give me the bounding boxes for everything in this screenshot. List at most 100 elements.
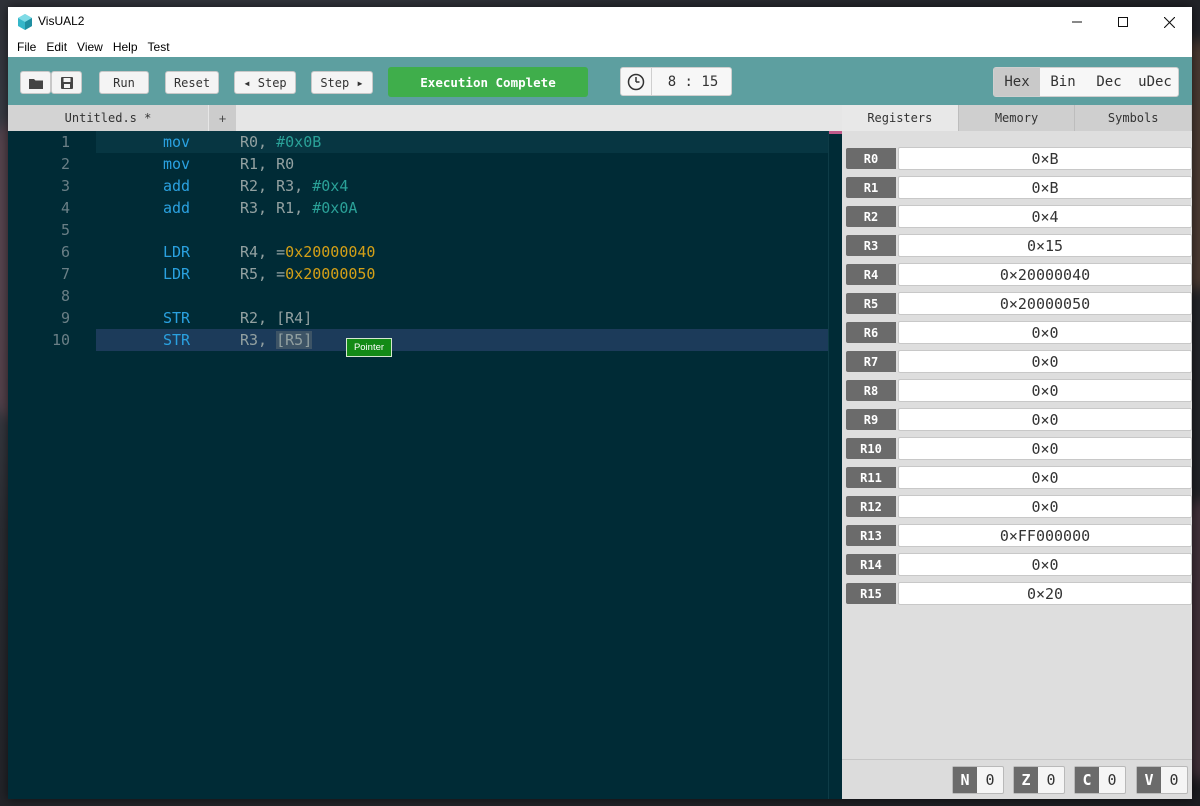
tab-untitled[interactable]: Untitled.s *: [8, 105, 208, 131]
operand: R4, =: [240, 243, 286, 261]
scroll-marker: [829, 131, 842, 134]
save-icon: [60, 76, 73, 89]
clock-icon: [627, 73, 645, 90]
line-number: 8: [60, 287, 70, 305]
editor-scrollbar[interactable]: [828, 131, 842, 799]
close-icon: [1163, 16, 1175, 28]
register-value[interactable]: 0×20000040: [898, 263, 1192, 286]
register-row: R15 0×20: [846, 582, 1192, 605]
open-file-button[interactable]: [20, 71, 51, 94]
register-name: R2: [846, 206, 896, 227]
selected-operand: [R5]: [276, 331, 313, 349]
clock-display: 8 : 15: [620, 67, 732, 96]
add-tab-button[interactable]: +: [209, 105, 236, 131]
menu-file[interactable]: File: [12, 40, 41, 54]
register-value[interactable]: 0×20: [898, 582, 1192, 605]
radix-bin-button[interactable]: Bin: [1040, 68, 1086, 96]
radix-udec-button[interactable]: uDec: [1132, 68, 1178, 96]
tab-memory[interactable]: Memory: [958, 105, 1076, 131]
operand: 0x20000050: [285, 265, 376, 283]
register-name: R5: [846, 293, 896, 314]
operand: R2, [R4]: [240, 309, 313, 327]
register-row: R2 0×4: [846, 205, 1192, 228]
opcode: LDR: [163, 243, 191, 261]
flag-value: 0: [1046, 771, 1056, 789]
menu-edit[interactable]: Edit: [41, 40, 72, 54]
code-line: mov R0, #0x0B: [163, 131, 321, 153]
register-row: R12 0×0: [846, 495, 1192, 518]
operand: R3, R1,: [240, 199, 313, 217]
code-line: STR R2, [R4]: [163, 307, 312, 329]
register-value[interactable]: 0×0: [898, 553, 1192, 576]
menu-view[interactable]: View: [72, 40, 108, 54]
editor-tab-bar: Untitled.s * +: [8, 105, 842, 131]
minimize-icon: [1072, 21, 1082, 23]
register-value[interactable]: 0×B: [898, 176, 1192, 199]
run-button[interactable]: Run: [99, 71, 149, 94]
radix-dec-button[interactable]: Dec: [1086, 68, 1132, 96]
register-row: R5 0×20000050: [846, 292, 1192, 315]
code-line: LDR R4, =0x20000040: [163, 241, 375, 263]
register-name: R10: [846, 438, 896, 459]
radix-hex-button[interactable]: Hex: [994, 68, 1040, 96]
operand: #0x0B: [276, 133, 322, 151]
register-name: R13: [846, 525, 896, 546]
step-forward-button[interactable]: Step ▸: [311, 71, 373, 94]
register-name: R8: [846, 380, 896, 401]
flag-name: N: [953, 767, 977, 793]
register-value[interactable]: 0×20000050: [898, 292, 1192, 315]
register-value[interactable]: 0×0: [898, 408, 1192, 431]
app-window: VisUAL2 File Edit View Help Test Run Res…: [8, 7, 1193, 799]
flag-value: 0: [1107, 771, 1117, 789]
pointer-tag: Pointer: [346, 338, 392, 357]
line-number: 2: [60, 155, 70, 173]
window-title: VisUAL2: [38, 14, 85, 28]
line-number: 7: [60, 265, 70, 283]
flag-name: V: [1137, 767, 1161, 793]
save-file-button[interactable]: [51, 71, 82, 94]
register-value[interactable]: 0×B: [898, 147, 1192, 170]
register-value[interactable]: 0×0: [898, 466, 1192, 489]
tab-registers[interactable]: Registers: [842, 105, 959, 131]
menu-bar: File Edit View Help Test: [8, 37, 1192, 57]
registers-panel: R0 0×B R1 0×B R2 0×4 R3 0×15 R4 0×20000040 R5 0×200…: [842, 131, 1192, 759]
radix-selector: Hex Bin Dec uDec: [993, 67, 1179, 97]
maximize-button[interactable]: [1100, 7, 1146, 37]
register-row: R14 0×0: [846, 553, 1192, 576]
close-button[interactable]: [1146, 7, 1192, 37]
register-row: R7 0×0: [846, 350, 1192, 373]
tab-symbols[interactable]: Symbols: [1075, 105, 1193, 131]
code-line: STR R3, [R5]: [163, 329, 313, 351]
register-name: R12: [846, 496, 896, 517]
clock-icon-wrap: [621, 68, 652, 95]
opcode: add: [163, 199, 191, 217]
right-tab-bar: Registers Memory Symbols: [842, 105, 1193, 131]
menu-help[interactable]: Help: [108, 40, 143, 54]
line-number: 6: [60, 243, 70, 261]
flag-c: C0: [1074, 766, 1126, 794]
register-value[interactable]: 0×0: [898, 495, 1192, 518]
operand: #0x4: [312, 177, 349, 195]
code-editor[interactable]: 1 mov R0, #0x0B 2 mov R1, R0 3 add R2, R3, #0x4 4…: [8, 131, 842, 799]
register-value[interactable]: 0×0: [898, 350, 1192, 373]
opcode: add: [163, 177, 191, 195]
register-value[interactable]: 0×0: [898, 321, 1192, 344]
register-row: R11 0×0: [846, 466, 1192, 489]
register-value[interactable]: 0×4: [898, 205, 1192, 228]
register-value[interactable]: 0×0: [898, 437, 1192, 460]
register-name: R9: [846, 409, 896, 430]
folder-icon: [28, 78, 43, 89]
app-logo-icon: [18, 14, 32, 30]
register-value[interactable]: 0×FF000000: [898, 524, 1192, 547]
menu-test[interactable]: Test: [143, 40, 175, 54]
register-name: R6: [846, 322, 896, 343]
opcode: mov: [163, 155, 191, 173]
step-back-button[interactable]: ◂ Step: [234, 71, 296, 94]
line-number: 5: [60, 221, 70, 239]
flags-bar: N0Z0C0V0: [842, 759, 1192, 799]
reset-button[interactable]: Reset: [165, 71, 219, 94]
register-value[interactable]: 0×0: [898, 379, 1192, 402]
register-value[interactable]: 0×15: [898, 234, 1192, 257]
register-name: R14: [846, 554, 896, 575]
minimize-button[interactable]: [1054, 7, 1100, 37]
